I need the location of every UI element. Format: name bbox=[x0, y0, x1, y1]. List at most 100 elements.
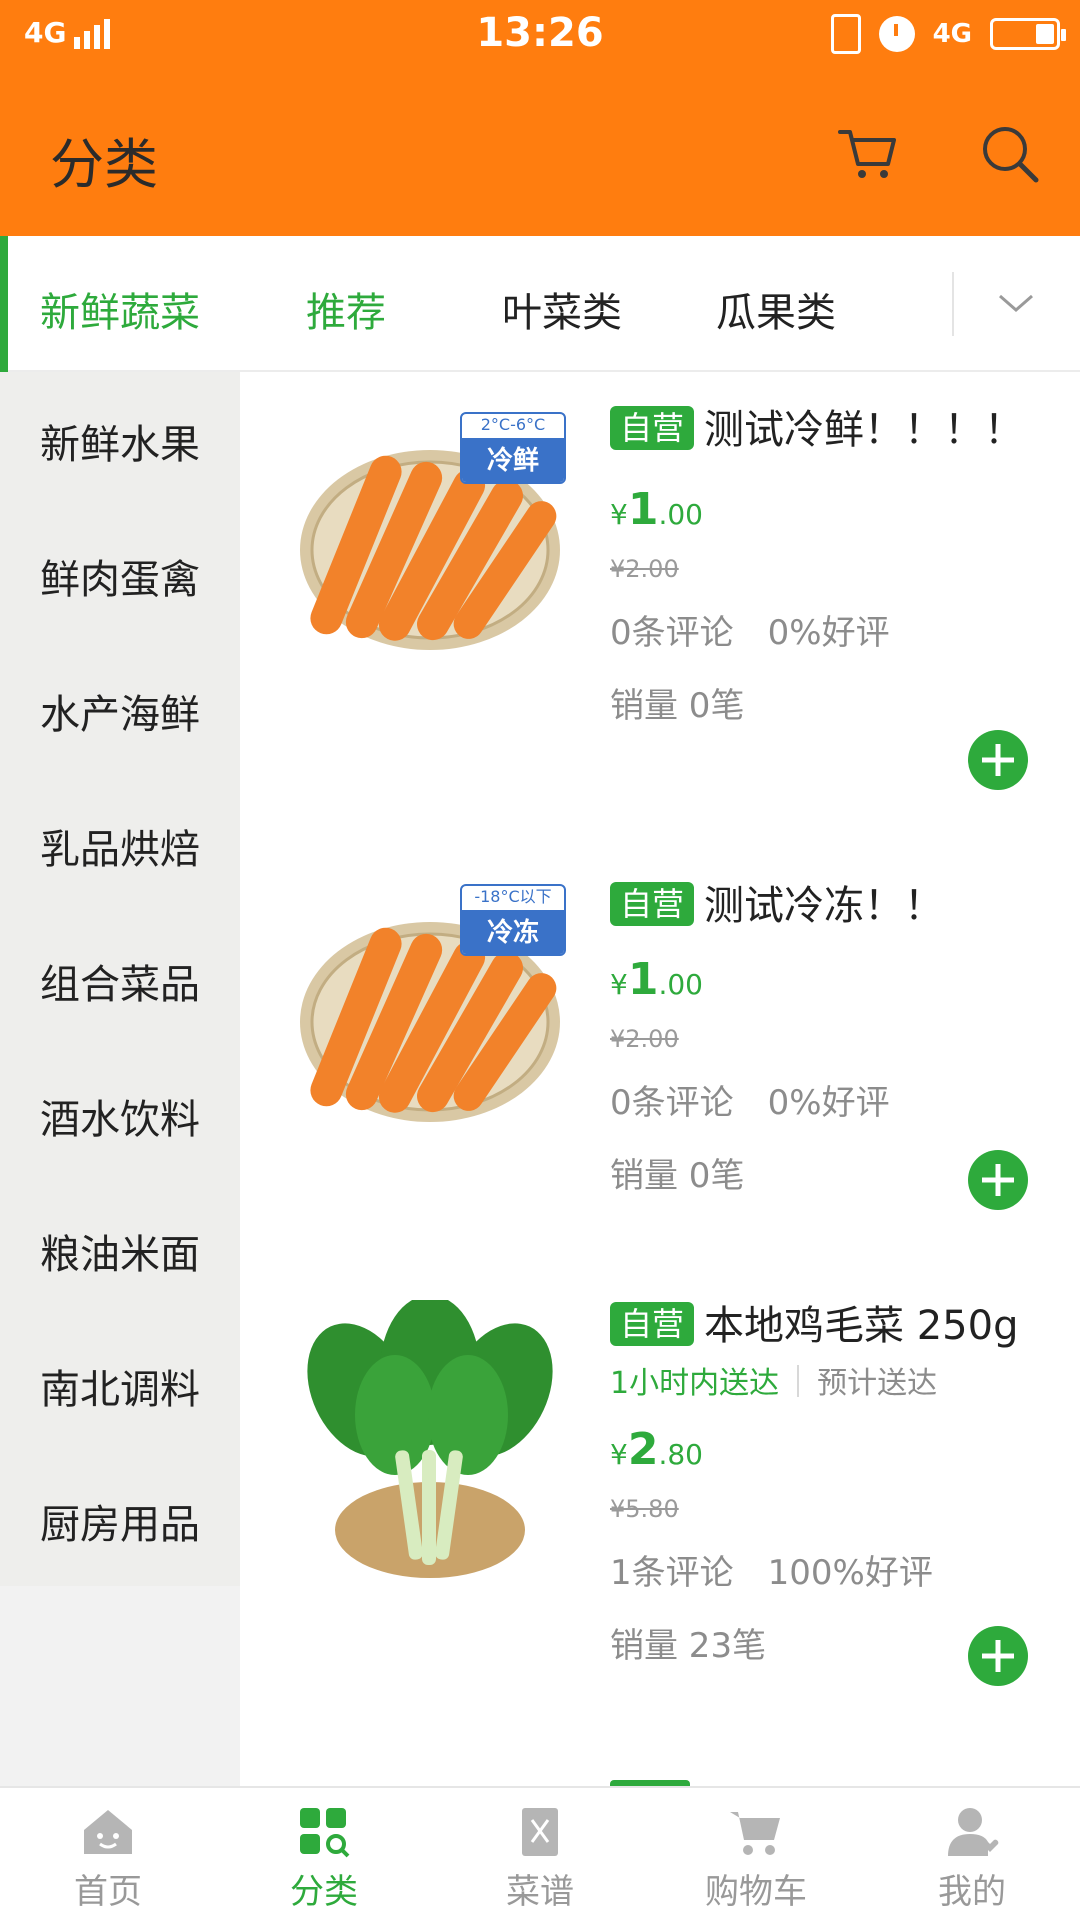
sidebar-item-seafood[interactable]: 水产海鲜 bbox=[40, 682, 200, 740]
product-card[interactable]: 自营 本地鸡毛菜 250g 1小时内送达 预计送达 ¥2.80 ¥5.80 1条评论… bbox=[240, 1300, 1080, 1700]
product-price: ¥1.00 bbox=[610, 954, 1070, 1005]
nav-home[interactable]: 首页 bbox=[28, 1806, 188, 1913]
price-integer: 2 bbox=[627, 1424, 659, 1475]
recipe-icon bbox=[522, 1808, 558, 1856]
home-icon bbox=[84, 1810, 132, 1854]
network-label-right: 4G bbox=[932, 19, 972, 49]
price-symbol: ¥ bbox=[610, 968, 628, 1001]
price-symbol: ¥ bbox=[610, 1438, 628, 1471]
tab-leafy-vegetables[interactable]: 叶菜类 bbox=[502, 280, 622, 338]
nav-cart[interactable]: 购物车 bbox=[676, 1806, 836, 1913]
tab-active-indicator bbox=[0, 236, 8, 372]
category-icon bbox=[300, 1808, 350, 1858]
add-to-cart-button[interactable] bbox=[968, 1150, 1028, 1210]
self-operated-tag: 自营 bbox=[610, 1302, 695, 1346]
review-stats: 0条评论 0%好评 bbox=[610, 605, 1070, 654]
review-count: 0条评论 bbox=[610, 613, 734, 653]
nav-label: 我的 bbox=[938, 1872, 1006, 1912]
frozen-badge: -18°C以下 冷冻 bbox=[460, 884, 566, 956]
tab-recommended[interactable]: 推荐 bbox=[306, 280, 386, 338]
tab-divider bbox=[952, 272, 954, 336]
product-info: 自营 测试冷鲜！！！！ ¥1.00 ¥2.00 0条评论 0%好评 销量 0笔 bbox=[610, 400, 1070, 727]
product-title[interactable]: 自营 测试冷冻！！ bbox=[610, 880, 1070, 932]
nav-category[interactable]: 分类 bbox=[244, 1806, 404, 1913]
add-to-cart-button[interactable] bbox=[968, 730, 1028, 790]
price-symbol: ¥ bbox=[610, 498, 628, 531]
nav-label: 购物车 bbox=[705, 1872, 807, 1912]
product-card[interactable]: 2°C-6°C 冷鲜 自营 测试冷鲜！！！！ ¥1.00 ¥2.00 0条评论 0%… bbox=[240, 400, 1080, 790]
self-operated-tag: 自营 bbox=[610, 406, 695, 450]
sidebar-item-fruits[interactable]: 新鲜水果 bbox=[40, 412, 200, 470]
alarm-icon bbox=[878, 16, 915, 52]
delivery-estimate: 预计送达 bbox=[817, 1366, 938, 1401]
badge-type: 冷鲜 bbox=[462, 438, 564, 482]
sidebar-item-meat-eggs[interactable]: 鲜肉蛋禽 bbox=[40, 547, 200, 605]
nav-recipes[interactable]: 菜谱 bbox=[460, 1806, 620, 1913]
review-stats: 1条评论 100%好评 bbox=[610, 1545, 1070, 1594]
nav-label: 分类 bbox=[290, 1872, 358, 1912]
app-screen: 4G 13:26 4G 分类 新鲜蔬菜 推荐 叶菜类 瓜果类 新鲜水果 鲜肉蛋禽… bbox=[0, 0, 1080, 1920]
product-info: 自营 本地鸡毛菜 250g 1小时内送达 预计送达 ¥2.80 ¥5.80 1条评论… bbox=[610, 1300, 1070, 1667]
delivery-info: 1小时内送达 预计送达 bbox=[610, 1358, 1070, 1402]
nav-profile[interactable]: 我的 bbox=[892, 1806, 1052, 1913]
page-title: 分类 bbox=[50, 133, 158, 196]
badge-type: 冷冻 bbox=[462, 910, 564, 954]
self-operated-tag: 自营 bbox=[610, 882, 695, 926]
positive-rating: 0%好评 bbox=[767, 613, 890, 653]
status-bar: 4G 13:26 4G bbox=[0, 0, 1080, 72]
review-stats: 0条评论 0%好评 bbox=[610, 1075, 1070, 1124]
sidebar-item-drinks[interactable]: 酒水饮料 bbox=[40, 1087, 200, 1145]
product-name: 测试冷鲜！！！！ bbox=[704, 407, 1025, 453]
original-price: ¥2.00 bbox=[610, 1025, 679, 1053]
sidebar-list: 新鲜水果 鲜肉蛋禽 水产海鲜 乳品烘焙 组合菜品 酒水饮料 粮油米面 南北调料 … bbox=[0, 372, 240, 1586]
sidebar: 新鲜水果 鲜肉蛋禽 水产海鲜 乳品烘焙 组合菜品 酒水饮料 粮油米面 南北调料 … bbox=[0, 372, 240, 1786]
product-title[interactable]: 自营 测试冷鲜！！！！ bbox=[610, 404, 1070, 456]
sidebar-item-seasoning[interactable]: 南北调料 bbox=[40, 1357, 200, 1415]
header-bar: 4G 13:26 4G 分类 bbox=[0, 0, 1080, 236]
price-decimal: .80 bbox=[658, 1438, 703, 1471]
original-price: ¥2.00 bbox=[610, 555, 679, 583]
sidebar-item-kitchenware[interactable]: 厨房用品 bbox=[40, 1492, 200, 1550]
sales-count: 销量 0笔 bbox=[610, 686, 745, 726]
product-name: 本地鸡毛菜 250g bbox=[704, 1303, 1019, 1349]
cart-icon bbox=[730, 1812, 780, 1855]
original-price: ¥5.80 bbox=[610, 1495, 679, 1523]
delivery-time: 1小时内送达 bbox=[610, 1366, 780, 1401]
cart-icon[interactable] bbox=[836, 122, 900, 186]
product-price: ¥1.00 bbox=[610, 484, 1070, 535]
product-info: 自营 测试冷冻！！ ¥1.00 ¥2.00 0条评论 0%好评 销量 0笔 bbox=[610, 872, 1070, 1197]
profile-icon bbox=[948, 1808, 999, 1856]
search-icon[interactable] bbox=[978, 122, 1042, 186]
review-count: 0条评论 bbox=[610, 1083, 734, 1123]
nav-label: 菜谱 bbox=[506, 1872, 574, 1912]
badge-temperature: 2°C-6°C bbox=[480, 415, 546, 434]
nav-label: 首页 bbox=[74, 1872, 142, 1912]
price-decimal: .00 bbox=[658, 968, 703, 1001]
sidebar-item-dairy-bakery[interactable]: 乳品烘焙 bbox=[40, 817, 200, 875]
badge-temperature: -18°C以下 bbox=[474, 887, 552, 906]
price-integer: 1 bbox=[627, 954, 659, 1005]
chevron-down-icon[interactable] bbox=[996, 288, 1036, 318]
positive-rating: 100%好评 bbox=[767, 1553, 933, 1593]
price-integer: 1 bbox=[627, 484, 659, 535]
sidebar-item-combo-dishes[interactable]: 组合菜品 bbox=[40, 952, 200, 1010]
price-decimal: .00 bbox=[658, 498, 703, 531]
tab-melon-fruits[interactable]: 瓜果类 bbox=[716, 280, 836, 338]
tab-fresh-vegetables[interactable]: 新鲜蔬菜 bbox=[40, 280, 200, 338]
product-card[interactable]: -18°C以下 冷冻 自营 测试冷冻！！ ¥1.00 ¥2.00 0条评论 0%好评… bbox=[240, 872, 1080, 1262]
review-count: 1条评论 bbox=[610, 1553, 734, 1593]
positive-rating: 0%好评 bbox=[767, 1083, 890, 1123]
product-image-greens bbox=[307, 1300, 553, 1578]
product-name: 测试冷冻！！ bbox=[704, 883, 945, 929]
product-price: ¥2.80 bbox=[610, 1424, 1070, 1475]
sidebar-item-grain-oil[interactable]: 粮油米面 bbox=[40, 1222, 200, 1280]
add-to-cart-button[interactable] bbox=[968, 1626, 1028, 1686]
category-tab-bar: 新鲜蔬菜 推荐 叶菜类 瓜果类 bbox=[0, 236, 1080, 372]
product-title[interactable]: 自营 本地鸡毛菜 250g bbox=[610, 1300, 1070, 1352]
vibrate-icon bbox=[830, 14, 861, 54]
delivery-divider bbox=[797, 1365, 800, 1397]
status-right: 4G bbox=[830, 14, 1066, 54]
bottom-navigation: 首页 分类 菜谱 购物车 我的 bbox=[0, 1786, 1080, 1920]
cold-fresh-badge: 2°C-6°C 冷鲜 bbox=[460, 412, 566, 484]
battery-icon bbox=[990, 18, 1066, 50]
